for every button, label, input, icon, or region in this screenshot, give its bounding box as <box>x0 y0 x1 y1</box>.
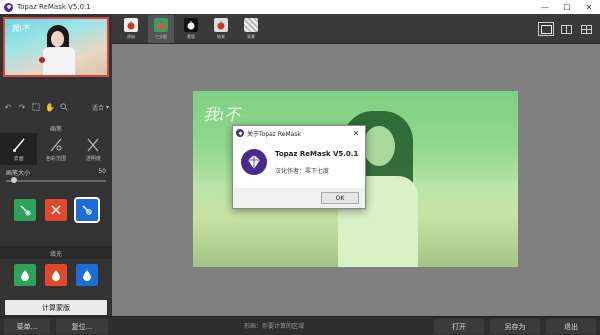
tab-mask[interactable]: 蒙版 <box>178 15 204 43</box>
apple-original-icon <box>124 18 138 32</box>
checkerboard-icon <box>244 18 258 32</box>
compute-fill-button[interactable] <box>76 264 98 286</box>
open-button[interactable]: 打开 <box>434 319 484 334</box>
fill-buttons <box>14 264 98 286</box>
hand-icon[interactable]: ✋ <box>45 102 55 112</box>
minimize-button[interactable]: — <box>534 0 556 14</box>
tab-label: 蒙版 <box>187 34 195 39</box>
apple-trimap-icon <box>154 18 168 32</box>
maximize-button[interactable]: ☐ <box>556 0 578 14</box>
status-hint: 形画：你要计算的区域 <box>244 323 305 330</box>
keep-fill-button[interactable] <box>14 264 36 286</box>
tab-label: 原始 <box>127 34 135 39</box>
tab-label: 三分图 <box>155 34 167 39</box>
transparency-brush-icon <box>87 138 99 152</box>
drop-brush-button[interactable] <box>45 199 67 221</box>
topaz-logo-icon <box>241 149 267 175</box>
brush-tool-label: 色彩范围 <box>45 156 66 162</box>
reset-button[interactable]: 复位... <box>56 319 108 334</box>
undo-icon[interactable]: ↶ <box>3 102 13 112</box>
apple-mask-icon <box>184 18 198 32</box>
tab-trimap[interactable]: 三分图 <box>148 15 174 43</box>
app-logo-icon <box>236 129 244 137</box>
app-logo-icon <box>4 2 13 12</box>
chevron-down-icon: ▾ <box>105 103 109 111</box>
zoom-select[interactable]: 适合 ▾ <box>92 103 109 112</box>
compute-mask-button[interactable]: 计算蒙版 <box>5 300 107 315</box>
keep-brush-icon <box>20 205 31 216</box>
title-bar: Topaz ReMask V5.0.1 — ☐ ✕ <box>0 0 600 14</box>
brush-tool-label: 透明度 <box>85 156 101 162</box>
about-dialog: 关于Topaz ReMask ✕ Topaz ReMask V5.0.1 汉化作… <box>232 125 366 209</box>
quad-view-button[interactable] <box>578 22 594 36</box>
brush-size-row: 画笔大小 50 <box>6 168 106 177</box>
single-view-icon <box>540 24 552 34</box>
brush-tool-label: 去画 <box>13 156 24 162</box>
brush-mode-buttons <box>14 197 100 223</box>
brush-icon <box>12 138 25 152</box>
zoom-icon[interactable] <box>59 102 69 112</box>
navigator-thumbnail[interactable]: 我ı不 <box>3 17 109 77</box>
ok-button[interactable]: OK <box>321 192 359 204</box>
quad-view-icon <box>580 24 592 34</box>
dialog-close-button[interactable]: ✕ <box>347 126 365 140</box>
brush-size-label: 画笔大小 <box>6 170 31 177</box>
compute-fill-icon <box>83 270 91 281</box>
split-view-button[interactable] <box>558 22 574 36</box>
tab-label: 背景 <box>247 34 255 39</box>
redo-icon[interactable]: ↷ <box>17 102 27 112</box>
keep-brush-button[interactable] <box>14 199 36 221</box>
image-caption: 我ı不 <box>203 105 241 124</box>
brush-size-slider[interactable] <box>6 180 106 182</box>
brush-size-slider-handle[interactable] <box>11 177 17 183</box>
keep-fill-icon <box>21 270 29 281</box>
bottom-bar: 菜单... 复位... 形画：你要计算的区域 打开 另存为 退出 <box>0 316 600 335</box>
split-view-icon <box>560 24 572 34</box>
brush-section-title: 画笔 <box>49 126 62 133</box>
view-tools-row: ↶ ↷ ✋ 适合 ▾ <box>3 101 109 113</box>
apple-result-icon <box>214 18 228 32</box>
drop-fill-icon <box>52 270 60 281</box>
tab-result[interactable]: 结果 <box>208 15 234 43</box>
tab-original[interactable]: 原始 <box>118 15 144 43</box>
single-view-button[interactable] <box>538 22 554 36</box>
close-button[interactable]: ✕ <box>578 0 600 14</box>
translator-credit: 汉化作者：零下七度 <box>275 168 330 175</box>
fill-section-title: 填充 <box>49 251 62 258</box>
tab-background[interactable]: 背景 <box>238 15 264 43</box>
fit-screen-icon[interactable] <box>31 102 41 112</box>
color-range-brush-icon <box>50 138 62 152</box>
exit-button[interactable]: 退出 <box>546 319 596 334</box>
menu-button[interactable]: 菜单... <box>4 319 50 334</box>
brush-tools: 去画 色彩范围 透明度 <box>0 133 112 165</box>
compute-brush-icon <box>82 205 92 215</box>
zoom-value: 适合 <box>91 104 104 112</box>
tab-label: 结果 <box>217 34 225 39</box>
brush-tool-remove[interactable]: 去画 <box>0 133 38 165</box>
thumbnail-caption: 我ı不 <box>11 24 30 33</box>
brush-tool-transparency[interactable]: 透明度 <box>75 133 112 165</box>
dialog-title: 关于Topaz ReMask <box>247 130 301 138</box>
drop-fill-button[interactable] <box>45 264 67 286</box>
window-title: Topaz ReMask V5.0.1 <box>17 3 91 11</box>
drop-brush-icon <box>51 205 61 215</box>
brush-size-value: 50 <box>98 168 106 175</box>
view-mode-toolbar: 原始 三分图 蒙版 结果 背景 <box>112 14 600 44</box>
compute-brush-button[interactable] <box>74 197 100 223</box>
product-name: Topaz ReMask V5.0.1 <box>275 150 359 158</box>
dialog-title-bar: 关于Topaz ReMask <box>233 126 365 140</box>
brush-tool-color-range[interactable]: 色彩范围 <box>37 133 74 165</box>
save-as-button[interactable]: 另存为 <box>490 319 540 334</box>
dialog-body: Topaz ReMask V5.0.1 汉化作者：零下七度 <box>233 140 365 188</box>
